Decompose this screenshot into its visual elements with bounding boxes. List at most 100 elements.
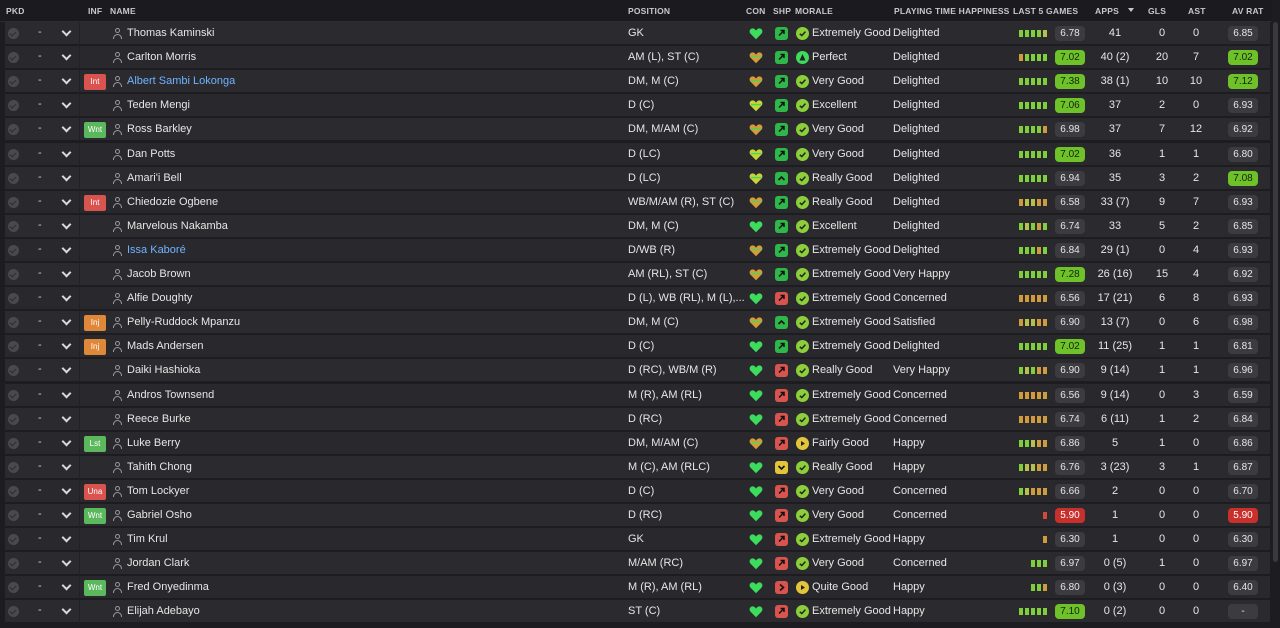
chevron-down-icon[interactable] [60,534,72,544]
table-row[interactable]: - Teden Mengi D (C) Excellent Delighted 7.06 3… [5,94,1270,118]
selection-value[interactable]: - [38,26,42,38]
info-badge[interactable]: Int [84,74,106,91]
selection-value[interactable]: - [38,604,42,616]
player-name[interactable]: Alfie Doughty [127,292,192,304]
table-row[interactable]: - Wnt Gabriel Osho D (RC) Very Good Concerned… [5,504,1270,527]
chevron-down-icon[interactable] [60,486,72,496]
chevron-down-icon[interactable] [60,438,72,448]
table-row[interactable]: - Reece Burke D (RC) Extremely Good Concerne… [5,407,1270,431]
chevron-down-icon[interactable] [60,149,72,159]
player-name[interactable]: Thomas Kaminski [127,27,214,39]
player-name[interactable]: Issa Kaboré [127,244,186,256]
picked-toggle-icon[interactable] [8,28,19,39]
player-name[interactable]: Tim Krul [127,533,168,545]
table-row[interactable]: - Wnt Fred Onyedinma M (R), AM (RL) Quite Go… [5,576,1270,600]
header-gls[interactable]: GLS [1148,6,1166,16]
picked-toggle-icon[interactable] [8,148,19,160]
picked-toggle-icon[interactable] [8,558,19,570]
player-name[interactable]: Jordan Clark [127,557,189,569]
selection-value[interactable]: - [38,363,42,375]
picked-toggle-icon[interactable] [8,317,19,329]
chevron-down-icon[interactable] [60,558,72,568]
chevron-down-icon[interactable] [60,365,72,375]
selection-value[interactable]: - [38,171,42,183]
table-row[interactable]: - Amari'i Bell D (LC) Really Good Delighted 6… [5,166,1270,190]
table-row[interactable]: - Tim Krul GK Extremely Good Happy 6.30 1 0 0 6.3… [5,528,1270,552]
table-row[interactable]: - Tahith Chong M (C), AM (RLC) Really Good H… [5,455,1270,479]
header-ast[interactable]: AST [1188,6,1206,16]
chevron-down-icon[interactable] [60,28,72,38]
chevron-down-icon[interactable] [60,52,72,62]
selection-value[interactable]: - [38,460,42,472]
picked-toggle-icon[interactable] [8,172,19,184]
chevron-down-icon[interactable] [60,341,72,351]
picked-toggle-icon[interactable] [8,485,19,497]
table-row[interactable]: - Alfie Doughty D (L), WB (RL), M (L),... E… [5,287,1270,311]
player-name[interactable]: Daiki Hashioka [127,364,200,376]
selection-value[interactable]: - [38,219,42,231]
table-row[interactable]: - Marvelous Nakamba DM, M (C) Excellent Deli… [5,214,1270,238]
picked-toggle-icon[interactable] [8,244,19,256]
selection-value[interactable]: - [38,122,42,134]
table-row[interactable]: - Lst Luke Berry DM, M/AM (C) Fairly Good Hap… [5,431,1270,455]
table-row[interactable]: - Int Albert Sambi Lokonga DM, M (C) Very Go… [5,70,1270,94]
picked-toggle-icon[interactable] [8,510,19,521]
selection-value[interactable]: - [38,147,42,159]
header-pkd[interactable]: PKD [6,6,25,16]
vertical-scrollbar[interactable] [1272,22,1280,628]
player-name[interactable]: Luke Berry [127,437,180,449]
selection-value[interactable]: - [38,436,42,448]
header-apps[interactable]: APPS [1095,6,1119,16]
table-row[interactable]: - Inj Mads Andersen D (C) Extremely Good Deli… [5,335,1270,359]
header-morale[interactable]: MORALE [795,6,833,16]
player-name[interactable]: Dan Potts [127,148,175,160]
player-name[interactable]: Carlton Morris [127,51,196,63]
picked-toggle-icon[interactable] [8,437,19,449]
player-name[interactable]: Mads Andersen [127,340,203,352]
player-name[interactable]: Amari'i Bell [127,172,182,184]
player-name[interactable]: Elijah Adebayo [127,605,200,617]
selection-value[interactable]: - [38,412,42,424]
player-name[interactable]: Jacob Brown [127,268,191,280]
player-name[interactable]: Fred Onyedinma [127,581,209,593]
picked-toggle-icon[interactable] [8,269,19,280]
selection-value[interactable]: - [38,532,42,544]
picked-toggle-icon[interactable] [8,52,19,64]
selection-value[interactable]: - [38,50,42,62]
table-row[interactable]: - Una Tom Lockyer D (C) Very Good Concerned 6.… [5,479,1270,503]
picked-toggle-icon[interactable] [8,413,19,425]
chevron-down-icon[interactable] [60,510,72,520]
selection-value[interactable]: - [38,267,42,279]
chevron-down-icon[interactable] [60,173,72,183]
player-name[interactable]: Albert Sambi Lokonga [127,75,235,87]
table-row[interactable]: - Thomas Kaminski GK Extremely Good Delighte… [5,22,1270,45]
player-name[interactable]: Marvelous Nakamba [127,220,228,232]
header-inf[interactable]: INF [88,6,102,16]
chevron-down-icon[interactable] [60,462,72,472]
table-row[interactable]: - Int Chiedozie Ogbene WB/M/AM (R), ST (C) R… [5,190,1270,214]
info-badge[interactable]: Lst [84,435,106,452]
table-row[interactable]: - Carlton Morris AM (L), ST (C) Perfect Deli… [5,46,1270,70]
info-badge[interactable]: Inj [84,339,106,356]
picked-toggle-icon[interactable] [8,124,19,136]
header-shp[interactable]: SHP [773,6,791,16]
selection-value[interactable]: - [38,388,42,400]
header-name[interactable]: NAME [110,6,136,16]
sort-descending-icon[interactable] [1128,8,1134,12]
table-row[interactable]: - Andros Townsend M (R), AM (RL) Extremely … [5,383,1270,407]
picked-toggle-icon[interactable] [8,100,19,112]
table-row[interactable]: - Jordan Clark M/AM (RC) Very Good Concerned… [5,552,1270,576]
picked-toggle-icon[interactable] [8,196,19,208]
info-badge[interactable]: Wnt [84,508,106,524]
selection-value[interactable]: - [38,556,42,568]
player-name[interactable]: Andros Townsend [127,389,214,401]
picked-toggle-icon[interactable] [8,582,19,594]
info-badge[interactable]: Wnt [84,122,106,139]
chevron-down-icon[interactable] [60,245,72,255]
chevron-down-icon[interactable] [60,606,72,616]
scrollbar-thumb[interactable] [1273,22,1278,562]
player-name[interactable]: Tom Lockyer [127,485,189,497]
picked-toggle-icon[interactable] [8,341,19,353]
header-position[interactable]: POSITION [628,6,670,16]
selection-value[interactable]: - [38,339,42,351]
